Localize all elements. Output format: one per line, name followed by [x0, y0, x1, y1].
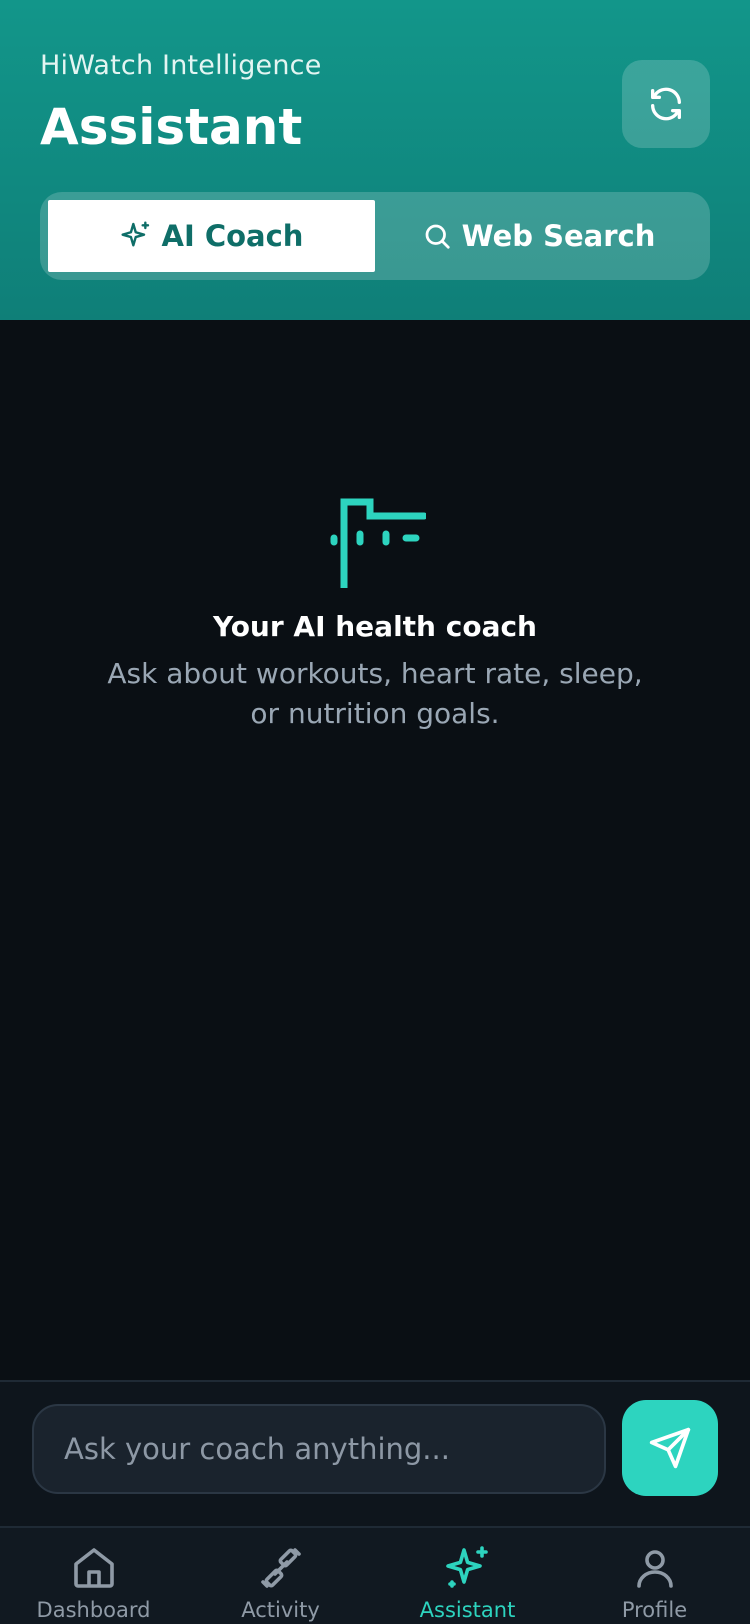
mode-segmented-control: AI Coach Web Search	[40, 192, 710, 280]
tab-ai-coach-label: AI Coach	[161, 219, 304, 253]
dumbbell-icon	[260, 1548, 301, 1588]
tab-profile[interactable]: Profile	[561, 1528, 748, 1624]
search-icon	[425, 224, 450, 249]
tab-assistant[interactable]: Assistant	[374, 1528, 561, 1624]
sparkles-icon	[120, 221, 149, 247]
refresh-icon	[651, 87, 681, 121]
sparkles-icon	[445, 1546, 488, 1588]
empty-state-description: Ask about workouts, heart rate, sleep, o…	[107, 657, 643, 730]
tab-assistant-label: Assistant	[419, 1598, 516, 1622]
message-input[interactable]	[32, 1404, 606, 1494]
tab-activity[interactable]: Activity	[187, 1528, 374, 1624]
tab-web-search-label: Web Search	[461, 219, 656, 253]
page-title: Assistant	[40, 98, 303, 156]
coach-icon	[330, 498, 426, 588]
tab-dashboard-label: Dashboard	[36, 1598, 151, 1622]
tab-profile-label: Profile	[621, 1598, 688, 1622]
send-button[interactable]	[622, 1400, 718, 1496]
user-icon	[636, 1550, 673, 1588]
refresh-button[interactable]	[622, 60, 710, 148]
tab-web-search[interactable]: Web Search	[375, 200, 702, 272]
bottom-tab-bar: Dashboard Activity Assistant Profile	[0, 1526, 750, 1624]
tab-dashboard[interactable]: Dashboard	[0, 1528, 187, 1624]
send-icon	[649, 1427, 691, 1469]
header-subtitle: HiWatch Intelligence	[40, 50, 322, 81]
message-composer	[0, 1380, 750, 1526]
empty-state-title: Your AI health coach	[212, 610, 537, 643]
tab-ai-coach[interactable]: AI Coach	[48, 200, 375, 272]
home-icon	[73, 1548, 114, 1588]
tab-activity-label: Activity	[241, 1598, 320, 1622]
app-header: HiWatch Intelligence Assistant AI Coach …	[0, 0, 750, 320]
